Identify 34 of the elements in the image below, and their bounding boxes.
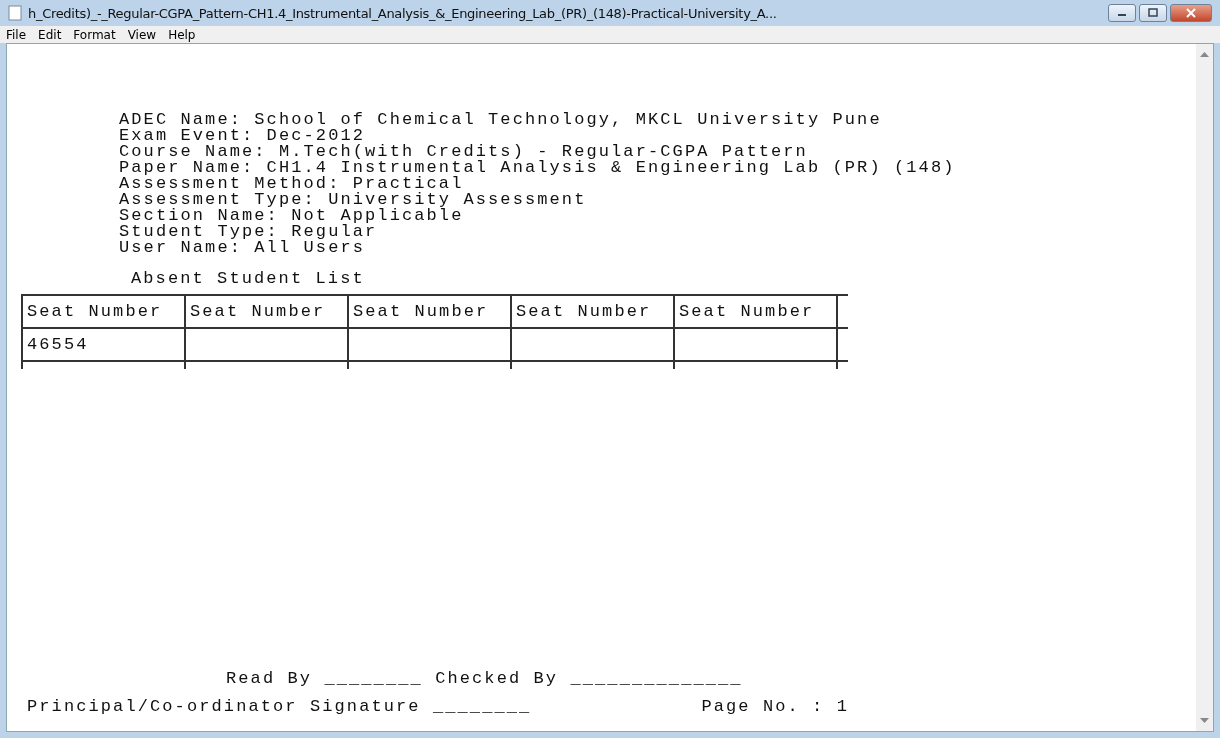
maximize-button[interactable] <box>1139 4 1167 22</box>
header-line: Section Name: Not Applicable <box>119 208 465 224</box>
header-line: Paper Name: CH1.4 Instrumental Analysis & Engineering Lab (PR) (148) <box>119 160 957 176</box>
list-title: Absent Student List <box>130 271 366 287</box>
header-line: User Name: All Users <box>119 240 366 256</box>
scroll-up-icon[interactable] <box>1200 52 1209 57</box>
menu-item[interactable]: Format <box>73 27 116 42</box>
document-icon <box>8 5 22 21</box>
header-line: Assessment Method: Practical <box>119 176 465 192</box>
column-header: Seat Number <box>23 296 186 327</box>
table-cell: 46554 <box>23 329 186 360</box>
column-header: Seat Number <box>349 296 512 327</box>
signature-line: Principal/Co-ordinator Signature ________ <box>27 696 532 718</box>
column-header: Seat Number <box>186 296 349 327</box>
header-line: ADEC Name: School of Chemical Technology, MKCL University Pune <box>119 112 883 128</box>
read-by-line: Read By ________ Checked By ______________ <box>225 668 744 690</box>
minimize-button[interactable] <box>1108 4 1136 22</box>
scroll-down-icon[interactable] <box>1200 718 1209 723</box>
page-number: Page No. : 1 <box>701 696 849 718</box>
header-line: Exam Event: Dec-2012 <box>119 128 366 144</box>
header-line: Assessment Type: University Assessment <box>119 192 588 208</box>
header-line: Student Type: Regular <box>119 224 378 240</box>
menu-item[interactable]: Edit <box>38 27 62 42</box>
column-header: Seat Number <box>512 296 675 327</box>
menu-item[interactable]: File <box>6 27 27 42</box>
scrollbar[interactable] <box>1196 44 1213 731</box>
menu-item[interactable]: Help <box>168 27 196 42</box>
window-title: h_Credits)_-_Regular-CGPA_Pattern-CH1.4_Instrumental_Analysis_&_Engineering_Lab_(PR)_(148)-Practical-University_A... <box>28 5 778 21</box>
column-header: Seat Number <box>675 296 838 327</box>
close-icon <box>1185 8 1197 18</box>
maximize-icon <box>1147 8 1159 18</box>
header-line: Course Name: M.Tech(with Credits) - Regular-CGPA Pattern <box>119 144 808 160</box>
close-button[interactable] <box>1170 4 1212 22</box>
menu-item[interactable]: View <box>127 27 157 42</box>
